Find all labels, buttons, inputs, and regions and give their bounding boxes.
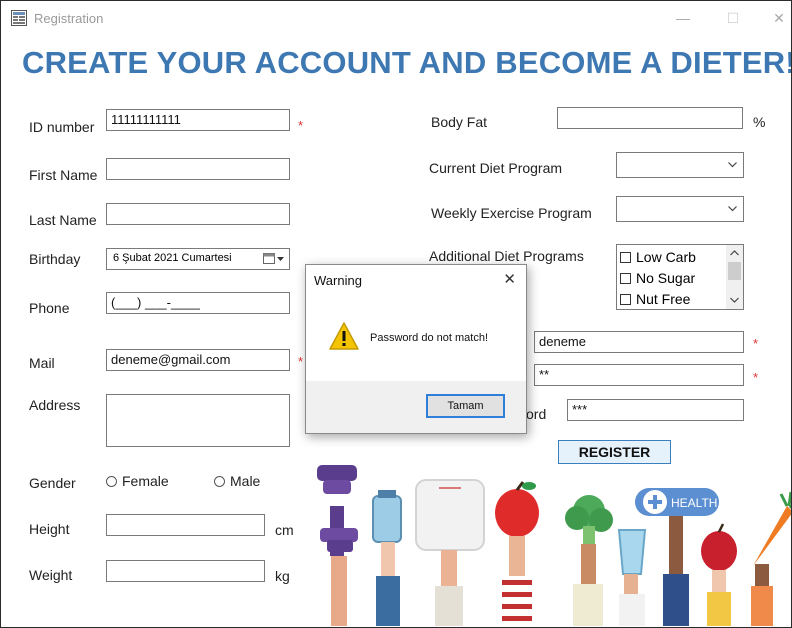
dialog-close-button[interactable]: ✕: [503, 270, 516, 288]
dialog-ok-button[interactable]: Tamam: [426, 394, 505, 418]
weight-label: Weight: [29, 567, 73, 583]
body-fat-input[interactable]: [557, 107, 743, 129]
username-input[interactable]: deneme: [534, 331, 744, 353]
title-bar[interactable]: Registration — ☐ ✕: [1, 1, 791, 35]
phone-label: Phone: [29, 300, 70, 316]
chevron-down-icon: [728, 206, 737, 212]
confirm-password-input[interactable]: ***: [567, 399, 744, 421]
weekly-exercise-label: Weekly Exercise Program: [431, 205, 592, 221]
password-input[interactable]: **: [534, 364, 744, 386]
carrot-icon: [751, 491, 791, 626]
scroll-down-icon[interactable]: [730, 297, 739, 303]
registration-window: Registration — ☐ ✕ CREATE YOUR ACCOUNT A…: [0, 0, 792, 628]
apple-icon: [495, 481, 539, 626]
gender-female-label: Female: [122, 473, 169, 489]
dialog-title: Warning: [314, 273, 362, 288]
checkbox-icon: [620, 273, 631, 284]
diet-option-low-carb[interactable]: Low Carb: [620, 249, 696, 265]
calendar-dropdown-icon[interactable]: [263, 252, 285, 265]
dialog-footer: Tamam: [306, 381, 526, 433]
apple-icon: [701, 523, 737, 626]
diet-option-label: Nut Free: [636, 291, 691, 307]
first-name-label: First Name: [29, 167, 98, 183]
current-diet-label: Current Diet Program: [429, 160, 563, 176]
gender-male-radio[interactable]: Male: [214, 473, 260, 489]
maximize-button[interactable]: ☐: [713, 5, 753, 31]
address-textarea[interactable]: [106, 394, 290, 447]
scrollbar-thumb[interactable]: [728, 262, 741, 280]
additional-diet-list[interactable]: Low Carb No Sugar Nut Free: [616, 244, 744, 310]
dialog-message: Password do not match!: [370, 332, 489, 344]
password-required-mark: *: [753, 370, 759, 385]
app-icon: [11, 10, 27, 26]
radio-circle-icon: [106, 476, 117, 487]
birthday-value: 6 Şubat 2021 Cumartesi: [113, 252, 232, 264]
weekly-exercise-select[interactable]: [616, 196, 744, 222]
list-scrollbar[interactable]: [726, 245, 743, 309]
dumbbell-icon: [317, 465, 358, 626]
mail-label: Mail: [29, 355, 55, 371]
body-fat-label: Body Fat: [431, 114, 488, 130]
health-sign-text: HEALTH: [671, 496, 717, 510]
body-fat-unit: %: [753, 114, 766, 130]
healthy-diet-illustration: HEALTH: [317, 465, 791, 626]
mail-required-mark: *: [298, 354, 304, 369]
id-number-label: ID number: [29, 119, 95, 135]
height-unit: cm: [275, 522, 294, 538]
weight-unit: kg: [275, 568, 290, 584]
current-diet-select[interactable]: [616, 152, 744, 178]
diet-option-label: No Sugar: [636, 270, 696, 286]
warning-dialog: Warning ✕ Password do not match! Tamam: [305, 264, 527, 434]
chevron-down-icon: [728, 162, 737, 168]
username-required-mark: *: [753, 336, 759, 351]
mail-input[interactable]: deneme@gmail.com: [106, 349, 290, 371]
scale-icon: [415, 479, 485, 626]
diet-option-nut-free[interactable]: Nut Free: [620, 291, 690, 307]
address-label: Address: [29, 397, 81, 413]
weight-input[interactable]: [106, 560, 265, 582]
gender-label: Gender: [29, 475, 76, 491]
first-name-input[interactable]: [106, 158, 290, 180]
confirm-password-label: ord: [526, 406, 547, 422]
warning-icon: [329, 322, 359, 350]
birthday-date-picker[interactable]: 6 Şubat 2021 Cumartesi: [106, 248, 290, 270]
checkbox-icon: [620, 294, 631, 305]
water-bottle-icon: [372, 490, 402, 626]
diet-option-no-sugar[interactable]: No Sugar: [620, 270, 695, 286]
height-input[interactable]: [106, 514, 265, 536]
id-required-mark: *: [298, 118, 304, 133]
id-number-input[interactable]: 11111111111: [106, 109, 290, 131]
phone-input[interactable]: (___) ___-____: [106, 292, 290, 314]
broccoli-icon: [565, 495, 613, 626]
checkbox-icon: [620, 252, 631, 263]
height-label: Height: [29, 521, 70, 537]
birthday-label: Birthday: [29, 251, 81, 267]
close-button[interactable]: ✕: [759, 5, 791, 31]
diet-option-label: Low Carb: [636, 249, 696, 265]
scroll-up-icon[interactable]: [730, 250, 739, 256]
page-heading: CREATE YOUR ACCOUNT AND BECOME A DIETER!: [22, 45, 792, 80]
window-title: Registration: [34, 11, 104, 26]
gender-female-radio[interactable]: Female: [106, 473, 169, 489]
last-name-input[interactable]: [106, 203, 290, 225]
last-name-label: Last Name: [29, 212, 97, 228]
radio-circle-icon: [214, 476, 225, 487]
gender-male-label: Male: [230, 473, 261, 489]
glass-icon: [617, 529, 647, 626]
additional-diet-label: Additional Diet Programs: [429, 248, 584, 264]
minimize-button[interactable]: —: [663, 5, 703, 31]
